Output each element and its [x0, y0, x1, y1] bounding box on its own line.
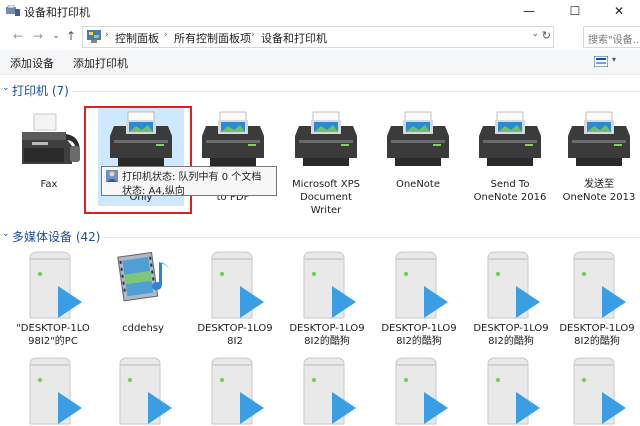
media-server-icon — [395, 357, 448, 425]
window-title: 设备和打印机 — [24, 6, 90, 19]
refresh-icon[interactable]: ↻ — [542, 29, 551, 42]
search-placeholder: 搜索"设备... — [588, 35, 640, 46]
media-server-icon — [487, 251, 540, 319]
printer-icon — [387, 111, 449, 166]
breadcrumb-separator: › — [251, 30, 255, 40]
media-item[interactable] — [192, 356, 278, 426]
printer-label: Send To OneNote 2016 — [473, 179, 547, 203]
media-item[interactable]: DESKTOP-1LO9 8I2的酷狗 — [554, 250, 640, 348]
control-panel-icon — [87, 30, 101, 43]
media-label: DESKTOP-1LO9 8I2 — [197, 323, 273, 347]
breadcrumb-separator: › — [105, 30, 109, 40]
printer-label: Microsoft XPS Document Writer — [292, 179, 360, 216]
media-item[interactable] — [10, 356, 96, 426]
group-divider — [72, 91, 640, 92]
breadcrumb-separator: › — [164, 30, 168, 40]
media-item[interactable] — [284, 356, 370, 426]
media-item[interactable]: cddehsy — [100, 250, 186, 335]
media-server-icon — [211, 357, 264, 425]
printer-item-fax[interactable]: Fax — [6, 106, 92, 191]
media-server-icon — [573, 357, 626, 425]
tooltip-paper-line: 状态: A4,纵向 — [122, 186, 185, 197]
printer-item-send-onenote-2013[interactable]: 发送至 OneNote 2013 — [556, 106, 640, 204]
breadcrumb[interactable]: › 控制面板 › 所有控制面板项 › 设备和打印机 ⌄ ↻ — [82, 26, 554, 48]
change-view-icon[interactable] — [594, 56, 608, 67]
printer-item-send-onenote-2016[interactable]: Send To OneNote 2016 — [467, 106, 553, 204]
printer-icon — [479, 111, 541, 166]
highlight-box — [84, 106, 192, 214]
add-device-button[interactable]: 添加设备 — [10, 55, 54, 71]
view-dropdown-icon[interactable]: ▾ — [612, 55, 616, 64]
media-server-icon — [395, 251, 448, 319]
media-item[interactable]: "DESKTOP-1LO 98I2"的PC — [10, 250, 96, 348]
printer-icon — [568, 111, 630, 166]
up-icon[interactable]: ↑ — [63, 28, 79, 44]
printer-label: 发送至 OneNote 2013 — [562, 179, 636, 203]
command-bar: 添加设备 添加打印机 ▾ — [0, 50, 640, 75]
media-label: cddehsy — [122, 323, 164, 334]
printers-group-title: 打印机 (7) — [12, 84, 69, 98]
printer-item-onenote[interactable]: OneNote — [375, 106, 461, 191]
printer-status-tooltip: 打印机状态: 队列中有 0 个文档 状态: A4,纵向 — [101, 166, 277, 197]
media-server-icon — [29, 251, 82, 319]
media-item[interactable] — [100, 356, 186, 426]
maximize-button[interactable]: ☐ — [554, 0, 596, 22]
minimize-button[interactable]: — — [508, 0, 550, 22]
media-item[interactable] — [468, 356, 554, 426]
printer-icon — [295, 111, 357, 166]
media-server-icon — [119, 357, 172, 425]
media-item[interactable]: DESKTOP-1LO9 8I2 — [192, 250, 278, 348]
media-server-icon — [29, 357, 82, 425]
printers-group-header[interactable]: ⌄ 打印机 (7) — [0, 82, 640, 100]
breadcrumb-control-panel[interactable]: 控制面板 — [115, 30, 159, 46]
collapse-chevron-icon[interactable]: ⌄ — [2, 229, 10, 239]
title-bar: 设备和打印机 — ☐ ✕ — [0, 0, 640, 22]
media-item[interactable] — [376, 356, 462, 426]
media-server-icon — [573, 251, 626, 319]
address-dropdown-icon[interactable]: ⌄ — [531, 29, 539, 39]
fax-icon — [22, 113, 80, 164]
media-item[interactable]: DESKTOP-1LO9 8I2的酷狗 — [468, 250, 554, 348]
search-input[interactable]: 搜索"设备... — [583, 26, 640, 48]
breadcrumb-all-items[interactable]: 所有控制面板项 — [174, 30, 251, 46]
group-divider — [102, 237, 640, 238]
media-server-icon — [211, 251, 264, 319]
media-server-icon — [487, 357, 540, 425]
printer-label: Fax — [40, 179, 58, 190]
media-group-header[interactable]: ⌄ 多媒体设备 (42) — [0, 228, 640, 246]
media-item[interactable] — [554, 356, 640, 426]
media-group-title: 多媒体设备 (42) — [12, 230, 101, 244]
media-item[interactable]: DESKTOP-1LO9 8I2的酷狗 — [284, 250, 370, 348]
media-label: "DESKTOP-1LO 98I2"的PC — [16, 323, 90, 347]
breadcrumb-devices-printers[interactable]: 设备和打印机 — [261, 30, 327, 46]
back-icon[interactable]: ← — [10, 28, 26, 44]
media-label: DESKTOP-1LO9 8I2的酷狗 — [289, 323, 365, 347]
media-library-icon — [117, 251, 170, 302]
media-label: DESKTOP-1LO9 8I2的酷狗 — [559, 323, 635, 347]
user-icon — [106, 170, 118, 182]
media-label: DESKTOP-1LO9 8I2的酷狗 — [381, 323, 457, 347]
tooltip-status-line: 打印机状态: 队列中有 0 个文档 — [122, 172, 262, 183]
devices-printers-icon — [6, 5, 20, 16]
media-server-icon — [303, 251, 356, 319]
recent-dropdown-icon[interactable]: ⌄ — [48, 28, 64, 44]
media-item[interactable]: DESKTOP-1LO9 8I2的酷狗 — [376, 250, 462, 348]
collapse-chevron-icon[interactable]: ⌄ — [2, 83, 10, 93]
close-button[interactable]: ✕ — [598, 0, 640, 22]
add-printer-button[interactable]: 添加打印机 — [73, 55, 128, 71]
address-bar: ← → ⌄ ↑ › 控制面板 › 所有控制面板项 › 设备和打印机 ⌄ ↻ 搜索… — [0, 24, 640, 48]
media-server-icon — [303, 357, 356, 425]
printer-item-xps[interactable]: Microsoft XPS Document Writer — [283, 106, 369, 217]
printer-label: OneNote — [395, 179, 441, 190]
forward-icon[interactable]: → — [30, 28, 46, 44]
media-label: DESKTOP-1LO9 8I2的酷狗 — [473, 323, 549, 347]
